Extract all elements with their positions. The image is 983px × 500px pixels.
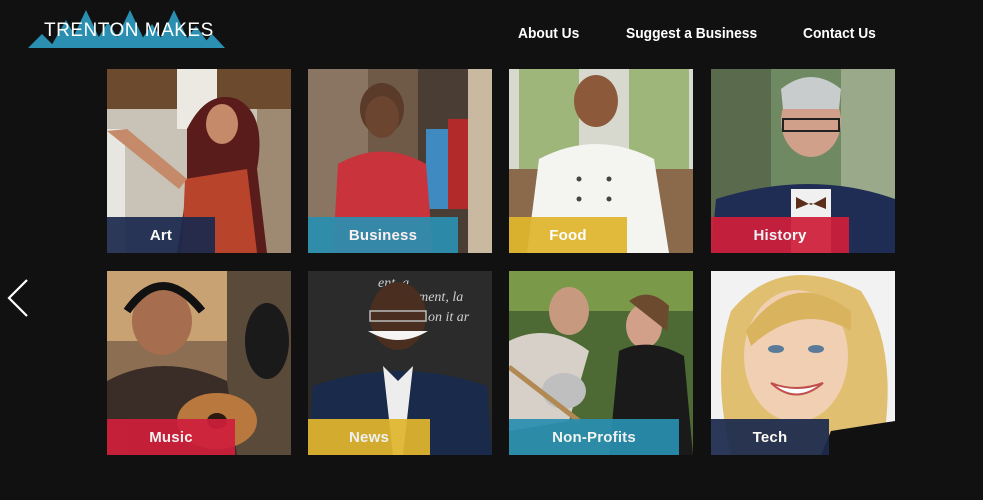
category-tile-food[interactable]: Food — [509, 69, 693, 253]
nav-contact-us[interactable]: Contact Us — [803, 25, 876, 42]
category-tile-music[interactable]: Music — [107, 271, 291, 455]
category-tile-art[interactable]: Art — [107, 69, 291, 253]
category-tile-news[interactable]: ent, a mment, la on it ar News — [308, 271, 492, 455]
category-label: History — [711, 217, 849, 253]
category-label: News — [308, 419, 430, 455]
category-label: Tech — [711, 419, 829, 455]
category-label: Music — [107, 419, 235, 455]
chevron-left-icon — [7, 279, 28, 317]
category-tile-business[interactable]: Business — [308, 69, 492, 253]
category-label: Non-Profits — [509, 419, 679, 455]
logo[interactable]: TRENTON MAKES — [28, 8, 225, 50]
category-tile-history[interactable]: History — [711, 69, 895, 253]
svg-text:on it ar: on it ar — [428, 310, 470, 325]
category-grid: Art Business Food History Music mment, l… — [107, 69, 895, 455]
logo-text: TRENTON MAKES — [44, 20, 214, 41]
nav-suggest-a-business[interactable]: Suggest a Business — [626, 25, 757, 42]
category-tile-non-profits[interactable]: Non-Profits — [509, 271, 693, 455]
category-tile-tech[interactable]: Tech — [711, 271, 895, 455]
category-label: Business — [308, 217, 458, 253]
category-label: Food — [509, 217, 627, 253]
main-nav: About Us Suggest a Business Contact Us — [500, 25, 876, 47]
nav-about-us[interactable]: About Us — [518, 25, 579, 42]
category-label: Art — [107, 217, 215, 253]
carousel-prev-button[interactable] — [5, 278, 31, 318]
